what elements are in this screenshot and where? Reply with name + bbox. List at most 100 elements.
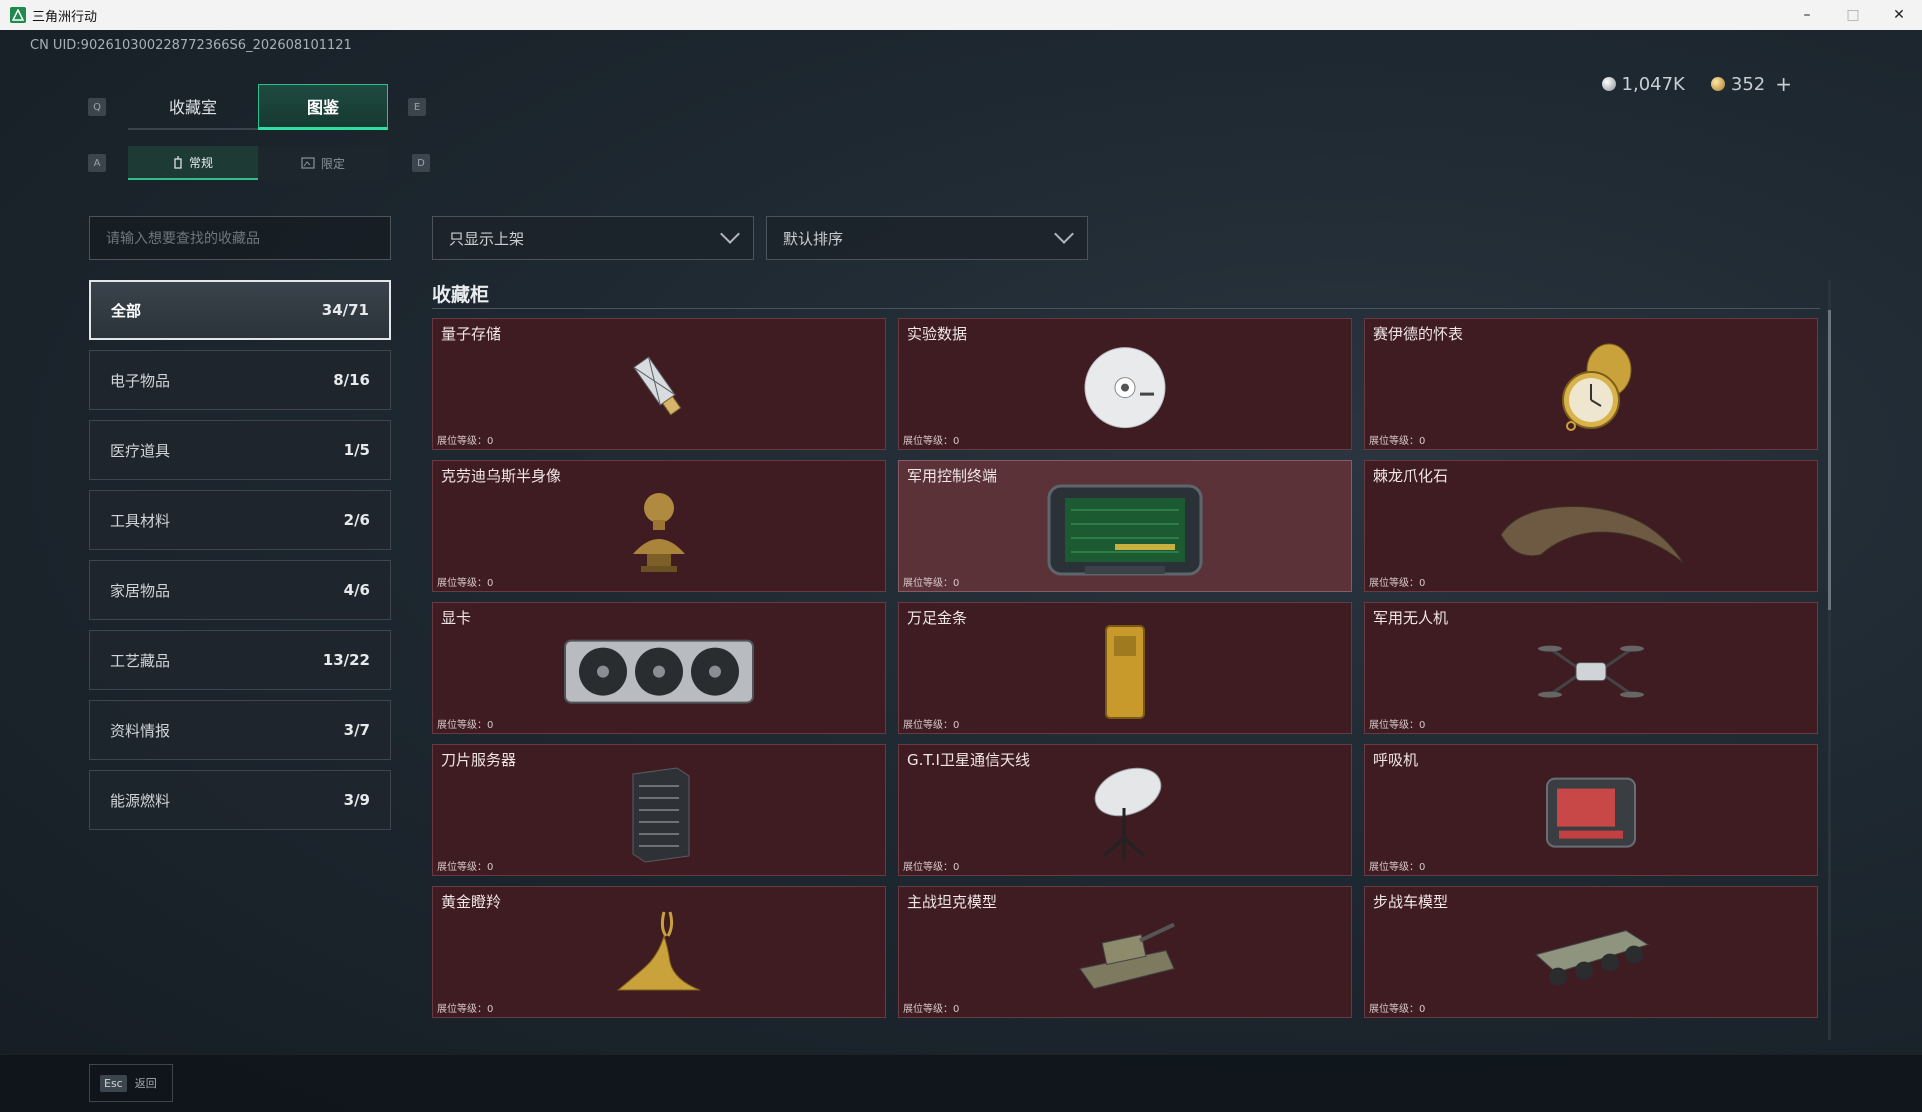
item-level: 展位等级：0	[437, 862, 494, 873]
category-crafts[interactable]: 工艺藏品 13/22	[89, 630, 391, 690]
item-level: 展位等级：0	[903, 1004, 960, 1015]
tab-collection-room[interactable]: 收藏室	[128, 84, 258, 130]
item-level: 展位等级：0	[437, 720, 494, 731]
ifv-model-icon	[1534, 930, 1650, 986]
window-title: 三角洲行动	[32, 9, 98, 25]
collection-card[interactable]: 赛伊德的怀表 展位等级：0	[1364, 318, 1818, 450]
section-divider	[432, 308, 1820, 309]
gazelle-statue-icon	[616, 911, 701, 991]
maximize-button[interactable]: □	[1830, 0, 1876, 30]
collection-card[interactable]: G.T.I卫星通信天线 展位等级：0	[898, 744, 1352, 876]
limited-icon	[301, 157, 315, 169]
collection-card[interactable]: 军用控制终端 展位等级：0	[898, 460, 1352, 592]
item-name: 棘龙爪化石	[1373, 467, 1449, 485]
category-intel[interactable]: 资料情报 3/7	[89, 700, 391, 760]
game-viewport: CN UID:902610300228772366S6_202608101121…	[0, 30, 1922, 1112]
sub-tabs: 常规 限定	[128, 146, 388, 180]
shelf-filter-dropdown[interactable]: 只显示上架	[432, 216, 754, 260]
item-name: G.T.I卫星通信天线	[907, 751, 1030, 769]
main-tabs: 收藏室 图鉴	[128, 84, 388, 130]
app-logo-icon	[10, 7, 26, 23]
category-count: 1/5	[343, 441, 370, 459]
item-level: 展位等级：0	[1369, 1004, 1426, 1015]
disc-icon	[1084, 347, 1166, 429]
item-level: 展位等级：0	[1369, 720, 1426, 731]
item-name: 赛伊德的怀表	[1373, 325, 1464, 343]
subtab-limited[interactable]: 限定	[258, 146, 388, 180]
item-name: 军用无人机	[1373, 609, 1449, 627]
key-hint-q: Q	[88, 98, 106, 116]
category-label: 全部	[111, 301, 142, 320]
gold-coin-icon	[1710, 77, 1725, 91]
tab-codex[interactable]: 图鉴	[258, 84, 388, 130]
minimize-button[interactable]: –	[1784, 0, 1830, 30]
item-level: 展位等级：0	[903, 720, 960, 731]
collection-card[interactable]: 棘龙爪化石 展位等级：0	[1364, 460, 1818, 592]
category-label: 资料情报	[110, 721, 171, 740]
tank-model-icon	[1079, 922, 1175, 990]
collection-card[interactable]: 黄金瞪羚 展位等级：0	[432, 886, 886, 1018]
silver-coin-icon	[1601, 77, 1616, 91]
category-medical[interactable]: 医疗道具 1/5	[89, 420, 391, 480]
key-hint-d: D	[412, 154, 430, 172]
back-button[interactable]: Esc 返回	[89, 1064, 173, 1102]
gold-currency: 352 +	[1710, 72, 1792, 96]
item-level: 展位等级：0	[903, 862, 960, 873]
collection-card[interactable]: 显卡 展位等级：0	[432, 602, 886, 734]
collection-card[interactable]: 刀片服务器 展位等级：0	[432, 744, 886, 876]
item-level: 展位等级：0	[1369, 436, 1426, 447]
collection-card[interactable]: 军用无人机 展位等级：0	[1364, 602, 1818, 734]
search-input[interactable]: 请输入想要查找的收藏品	[89, 216, 391, 260]
collection-card[interactable]: 万足金条 展位等级：0	[898, 602, 1352, 734]
bottom-bar	[0, 1054, 1922, 1112]
item-name: 军用控制终端	[907, 467, 998, 485]
item-name: 刀片服务器	[441, 751, 517, 769]
key-hint-a: A	[88, 154, 106, 172]
usb-drive-icon	[633, 356, 682, 416]
item-level: 展位等级：0	[903, 436, 960, 447]
item-name: 主战坦克模型	[907, 893, 998, 911]
shelf-filter-value: 只显示上架	[449, 229, 525, 248]
category-household[interactable]: 家居物品 4/6	[89, 560, 391, 620]
collection-card[interactable]: 实验数据 展位等级：0	[898, 318, 1352, 450]
satellite-dish-icon	[1094, 767, 1162, 860]
item-name: 黄金瞪羚	[441, 893, 502, 911]
currency-display: 1,047K 352 +	[1601, 72, 1792, 96]
category-all[interactable]: 全部 34/71	[89, 280, 391, 340]
sort-dropdown[interactable]: 默认排序	[766, 216, 1088, 260]
add-currency-button[interactable]: +	[1775, 72, 1792, 96]
scroll-thumb[interactable]	[1828, 310, 1831, 610]
drone-icon	[1538, 645, 1644, 698]
category-label: 工具材料	[110, 511, 171, 530]
gold-bar-icon	[1105, 625, 1145, 719]
category-count: 8/16	[333, 371, 370, 389]
category-energy[interactable]: 能源燃料 3/9	[89, 770, 391, 830]
esc-key-hint: Esc	[100, 1074, 127, 1092]
category-count: 34/71	[321, 301, 369, 319]
chevron-down-icon	[720, 224, 740, 244]
category-tools[interactable]: 工具材料 2/6	[89, 490, 391, 550]
gpu-icon	[564, 639, 754, 704]
subtab-regular-label: 常规	[188, 155, 213, 170]
collection-card[interactable]: 量子存储 展位等级：0	[432, 318, 886, 450]
category-list: 全部 34/71 电子物品 8/16 医疗道具 1/5 工具材料 2/6 家居物…	[89, 280, 391, 840]
item-name: 万足金条	[907, 609, 968, 627]
item-level: 展位等级：0	[437, 436, 494, 447]
grid-scrollbar[interactable]	[1828, 280, 1831, 1040]
item-name: 克劳迪乌斯半身像	[441, 467, 562, 485]
item-level: 展位等级：0	[1369, 578, 1426, 589]
category-count: 4/6	[343, 581, 370, 599]
terminal-icon	[1047, 484, 1203, 576]
close-button[interactable]: ✕	[1876, 0, 1922, 30]
subtab-limited-label: 限定	[320, 156, 345, 171]
subtab-regular[interactable]: 常规	[128, 146, 258, 180]
collection-card[interactable]: 主战坦克模型 展位等级：0	[898, 886, 1352, 1018]
collection-card[interactable]: 呼吸机 展位等级：0	[1364, 744, 1818, 876]
pocket-watch-icon	[1562, 343, 1632, 431]
category-label: 家居物品	[110, 581, 171, 600]
category-label: 能源燃料	[110, 791, 171, 810]
item-name: 呼吸机	[1373, 751, 1419, 769]
collection-card[interactable]: 克劳迪乌斯半身像 展位等级：0	[432, 460, 886, 592]
category-electronics[interactable]: 电子物品 8/16	[89, 350, 391, 410]
collection-card[interactable]: 步战车模型 展位等级：0	[1364, 886, 1818, 1018]
